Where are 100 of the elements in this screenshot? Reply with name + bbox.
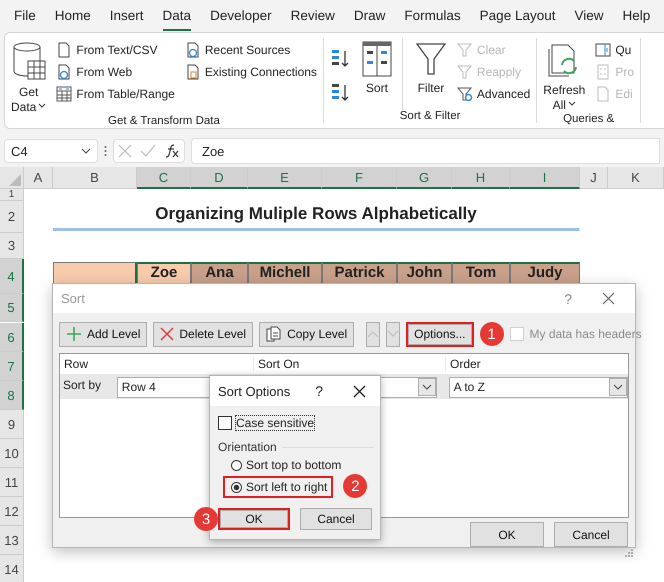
dialog-button[interactable]: OK [218, 508, 290, 530]
options-button[interactable]: Options... [406, 322, 474, 346]
ribbon-tab[interactable]: Developer [210, 2, 272, 30]
filter-icon [456, 64, 473, 80]
ribbon-tab[interactable]: Formulas [404, 2, 461, 30]
document-icon [56, 42, 72, 58]
column-heading: Row [60, 357, 254, 371]
ribbon-tab[interactable]: Page Layout [480, 2, 556, 30]
ribbon-button[interactable]: Sort [362, 38, 392, 110]
group-label: Sort & Filter [398, 110, 462, 123]
row-header[interactable]: 4 [0, 259, 24, 294]
formula-field[interactable]: Zoe [191, 138, 660, 164]
ribbon-button[interactable]: Recent Sources [184, 42, 317, 58]
radio-option[interactable]: Sort top to bottom [225, 456, 346, 474]
column-header[interactable]: D [191, 167, 248, 189]
database-icon [12, 41, 46, 81]
column-header[interactable]: A [24, 167, 53, 189]
dialog-button[interactable]: Cancel [300, 508, 372, 530]
chevron-down-icon [387, 330, 400, 338]
row-header[interactable]: 7 [0, 352, 24, 381]
column-heading: Order [449, 357, 482, 371]
column-header[interactable]: G [397, 167, 452, 189]
row-header[interactable]: 9 [0, 410, 24, 439]
step-badge: 2 [343, 474, 368, 498]
column-header[interactable]: K [608, 167, 664, 189]
column-header[interactable]: C [137, 167, 191, 189]
filter-icon [414, 41, 447, 77]
row-header[interactable]: 13 [0, 526, 24, 555]
radio-option[interactable]: Sort left to right [223, 476, 334, 498]
dialog-button[interactable]: OK [470, 522, 544, 547]
column-header[interactable]: I [510, 167, 580, 189]
ribbon-button[interactable]: Qu [595, 42, 634, 58]
ribbon-button[interactable]: Filter [402, 38, 447, 110]
sheet-title: Organizing Muliple Rows Alphabetically [155, 204, 477, 225]
checkbox-label: My data has headers [530, 327, 642, 341]
row-header[interactable]: 5 [0, 294, 24, 322]
group-label: Queries & [562, 113, 616, 126]
row-header[interactable]: 12 [0, 497, 24, 526]
row-header[interactable]: 2 [0, 201, 24, 233]
chevron-down-icon [81, 148, 91, 154]
name-box[interactable]: C4 [4, 139, 98, 163]
row-header[interactable]: 11 [0, 468, 24, 497]
function-icon[interactable] [164, 143, 180, 159]
close-icon[interactable] [353, 384, 366, 398]
more-icon[interactable] [104, 145, 107, 157]
resize-grip-icon[interactable] [625, 549, 633, 557]
ribbon-tab[interactable]: Draw [354, 2, 386, 30]
filter-icon [456, 42, 473, 58]
ribbon-button[interactable]: Existing Connections [184, 64, 317, 80]
toolbar-button[interactable]: Add Level [59, 322, 148, 346]
group-label: Orientation [218, 440, 277, 454]
checkbox[interactable] [218, 416, 232, 430]
help-button[interactable]: ? [315, 383, 323, 399]
row-header[interactable]: 14 [0, 555, 24, 582]
ribbon-tab[interactable]: Insert [110, 2, 144, 30]
group-label: Get & Transform Data [107, 115, 221, 128]
document-icon [595, 86, 612, 102]
document-icon [184, 64, 201, 80]
step-badge: 1 [480, 322, 504, 346]
ribbon-button[interactable]: Refresh All [543, 38, 586, 113]
step-badge: 3 [194, 507, 218, 531]
row-header[interactable]: 1 [0, 189, 24, 201]
column-header[interactable]: J [580, 167, 608, 189]
row-header[interactable]: 6 [0, 323, 24, 352]
ribbon-tab[interactable]: Home [54, 2, 91, 30]
toolbar-button[interactable]: Copy Level [259, 322, 354, 346]
document-icon [184, 42, 201, 58]
column-header[interactable]: B [53, 167, 137, 189]
column-header[interactable]: F [322, 167, 397, 189]
row-header[interactable]: 10 [0, 439, 24, 468]
checkbox-label: Case sensitive [236, 416, 314, 430]
level-label: Sort by [62, 377, 102, 392]
ribbon-tab[interactable]: File [14, 2, 36, 30]
ribbon-button[interactable]: From Text/CSV [56, 42, 175, 58]
plus-icon [66, 326, 82, 342]
document-icon [56, 64, 72, 80]
list-icon [595, 64, 612, 80]
order-dropdown[interactable]: A to Z [448, 376, 628, 398]
ribbon-button[interactable]: From Table/Range [56, 86, 175, 102]
row-header[interactable]: 3 [0, 233, 24, 259]
dialog-button[interactable]: Cancel [554, 522, 628, 547]
dialog-title: Sort [61, 291, 86, 306]
filter-icon [456, 86, 473, 102]
column-header[interactable]: E [248, 167, 322, 189]
column-heading: Sort On [254, 357, 446, 371]
copy-icon [266, 326, 282, 342]
table-icon [56, 86, 72, 102]
sort-icon [362, 41, 392, 77]
ribbon-button[interactable]: Get Data [11, 38, 46, 115]
ribbon-tab[interactable]: View [574, 2, 604, 30]
ribbon-button[interactable]: Advanced [456, 86, 530, 102]
row-header[interactable]: 8 [0, 381, 24, 410]
panel-icon [595, 42, 612, 58]
column-header[interactable]: H [452, 167, 510, 189]
close-icon [160, 327, 174, 341]
ribbon-tab[interactable]: Help [622, 2, 650, 30]
toolbar-button[interactable]: Delete Level [153, 322, 254, 346]
ribbon-tab[interactable]: Review [290, 2, 335, 30]
chevron-up-icon [367, 330, 380, 338]
ribbon-button[interactable]: From Web [56, 64, 175, 80]
